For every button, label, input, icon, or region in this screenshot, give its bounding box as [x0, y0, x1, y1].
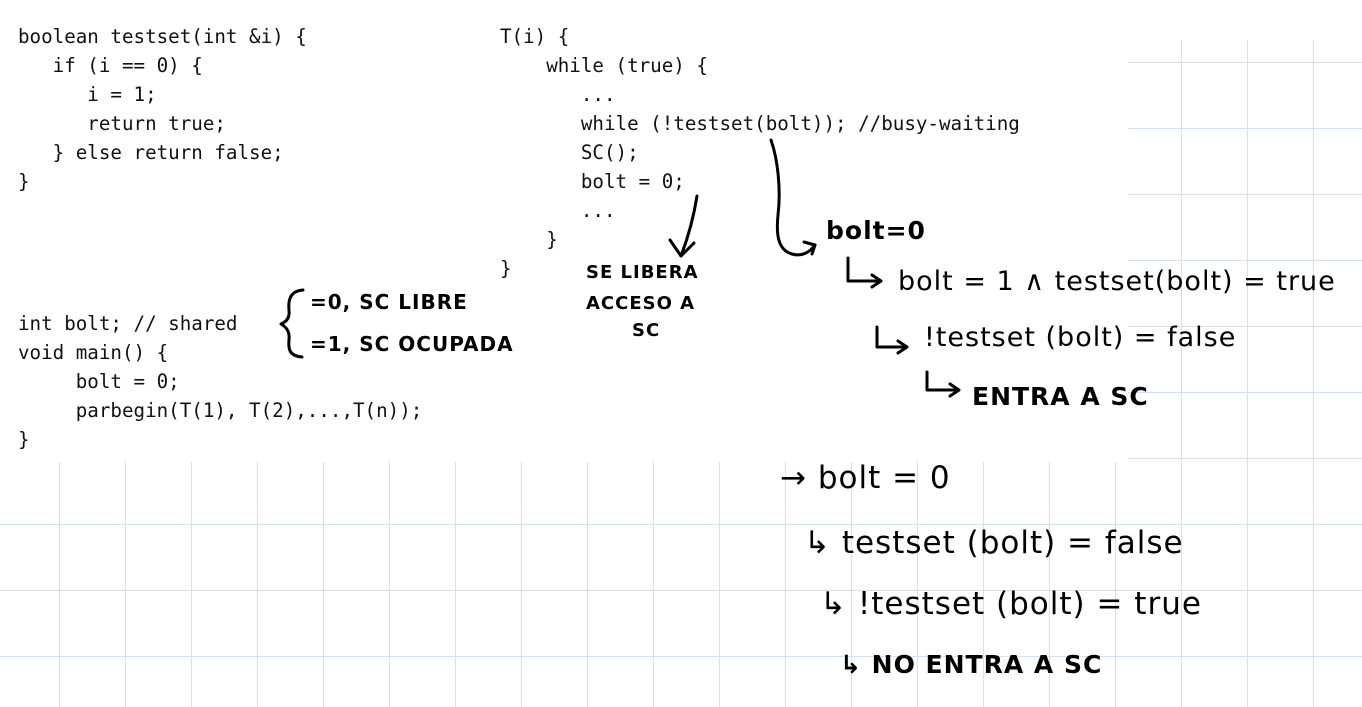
case1-step2: !testset (bolt) = false: [924, 322, 1237, 353]
case2-step1: ↳ testset (bolt) = false: [804, 525, 1184, 561]
case2-start: → bolt = 0: [780, 460, 951, 496]
release-note-line2: ACCESO A: [586, 293, 696, 314]
release-note-line3: SC: [632, 320, 661, 341]
case1-step3: ENTRA A SC: [972, 382, 1149, 411]
case1-start: bolt=0: [826, 216, 926, 245]
case1-step1: bolt = 1 ∧ testset(bolt) = true: [898, 266, 1336, 297]
release-note-line1: SE LIBERA: [586, 262, 699, 283]
case2-step2: ↳ !testset (bolt) = true: [820, 586, 1202, 622]
brace-note-occupied: =1, SC OCUPADA: [310, 332, 514, 356]
release-arrowhead-stroke: [668, 238, 696, 258]
busy-wait-arrow-stroke: [769, 138, 817, 257]
brace-note-free: =0, SC LIBRE: [310, 290, 468, 314]
case2-step3: ↳ NO ENTRA A SC: [840, 650, 1103, 679]
curly-brace-stroke: [279, 288, 305, 359]
